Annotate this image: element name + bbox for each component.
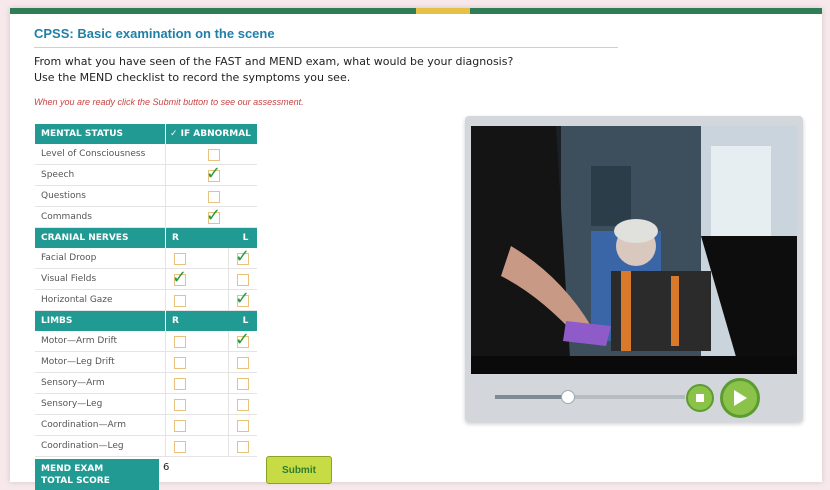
row-label: Facial Droop bbox=[41, 253, 97, 263]
left-checkbox[interactable]: ✓ bbox=[235, 329, 250, 350]
right-checkbox[interactable]: ✓ bbox=[172, 267, 187, 288]
right-checkbox[interactable] bbox=[174, 420, 186, 432]
checkmark-icon: ✓ bbox=[206, 205, 222, 226]
abnormal-checkbox[interactable] bbox=[208, 191, 220, 203]
row-label: Commands bbox=[41, 212, 92, 222]
right-checkbox[interactable] bbox=[174, 399, 186, 411]
left-checkbox[interactable] bbox=[237, 399, 249, 411]
row-label: Coordination—Arm bbox=[41, 420, 126, 430]
checkmark-icon: ✓ bbox=[206, 163, 222, 184]
player-controls bbox=[465, 378, 803, 418]
checkmark-icon: ✓ bbox=[172, 267, 188, 288]
checklist-row: Horizontal Gaze ✓ bbox=[35, 288, 257, 311]
column-header-right: R bbox=[165, 228, 234, 248]
checklist-row: Commands ✓ bbox=[35, 205, 257, 228]
checkmark-icon: ✓ bbox=[235, 288, 251, 309]
checklist-row: Facial Droop ✓ bbox=[35, 246, 257, 269]
left-checkbox[interactable]: ✓ bbox=[235, 288, 250, 309]
checklist-row: Level of Consciousness bbox=[35, 144, 257, 165]
checklist-row: Motor—Arm Drift ✓ bbox=[35, 329, 257, 352]
instruction-line-1: From what you have seen of the FAST and … bbox=[34, 55, 514, 68]
abnormal-checkbox[interactable]: ✓ bbox=[206, 205, 221, 226]
checklist-row: Speech ✓ bbox=[35, 163, 257, 186]
column-header-right: R bbox=[165, 311, 234, 331]
progress-track[interactable] bbox=[495, 390, 685, 404]
page-title: CPSS: Basic examination on the scene bbox=[34, 26, 275, 41]
section-header-mental-status: MENTAL STATUS ✓ IF ABNORMAL bbox=[35, 124, 257, 144]
left-checkbox[interactable] bbox=[237, 420, 249, 432]
checkmark-icon: ✓ bbox=[235, 246, 251, 267]
row-label: Speech bbox=[41, 170, 75, 180]
checklist-row: Coordination—Leg bbox=[35, 436, 257, 457]
top-accent-bar bbox=[10, 8, 822, 14]
row-label: Level of Consciousness bbox=[41, 149, 146, 159]
left-checkbox[interactable] bbox=[237, 441, 249, 453]
abnormal-checkbox[interactable]: ✓ bbox=[206, 163, 221, 184]
section-header-limbs: LIMBS R L bbox=[35, 311, 257, 331]
row-label: Sensory—Leg bbox=[41, 399, 103, 409]
section-title: CRANIAL NERVES bbox=[41, 233, 129, 243]
submit-note: When you are ready click the Submit butt… bbox=[34, 97, 304, 107]
checklist-row: Sensory—Arm bbox=[35, 373, 257, 394]
score-label-line-2: TOTAL SCORE bbox=[41, 476, 110, 486]
row-label: Sensory—Arm bbox=[41, 378, 105, 388]
abnormal-checkbox[interactable] bbox=[208, 149, 220, 161]
total-score-value: 6 bbox=[163, 462, 170, 473]
left-checkbox[interactable] bbox=[237, 274, 249, 286]
total-score-label: MEND EXAM TOTAL SCORE bbox=[35, 459, 159, 490]
checklist-row: Coordination—Arm bbox=[35, 415, 257, 436]
right-checkbox[interactable] bbox=[174, 357, 186, 369]
checklist-row: Questions bbox=[35, 186, 257, 207]
section-header-cranial-nerves: CRANIAL NERVES R L bbox=[35, 228, 257, 248]
top-accent-highlight bbox=[416, 8, 470, 14]
row-label: Questions bbox=[41, 191, 86, 201]
row-label: Coordination—Leg bbox=[41, 441, 124, 451]
row-label: Visual Fields bbox=[41, 274, 97, 284]
stop-icon bbox=[696, 394, 704, 402]
column-header-abnormal: ✓ IF ABNORMAL bbox=[165, 124, 257, 144]
row-label: Motor—Arm Drift bbox=[41, 336, 118, 346]
checklist-row: Visual Fields ✓ bbox=[35, 267, 257, 290]
left-checkbox[interactable]: ✓ bbox=[235, 246, 250, 267]
instruction-line-2: Use the MEND checklist to record the sym… bbox=[34, 71, 351, 84]
column-header-left: L bbox=[242, 316, 249, 326]
checkmark-icon: ✓ bbox=[235, 329, 251, 350]
title-divider bbox=[34, 47, 618, 48]
column-header-left: L bbox=[242, 233, 249, 243]
right-checkbox[interactable] bbox=[174, 295, 186, 307]
section-title: MENTAL STATUS bbox=[41, 129, 124, 139]
mend-checklist: MENTAL STATUS ✓ IF ABNORMAL Level of Consc… bbox=[35, 124, 257, 457]
submit-button[interactable]: Submit bbox=[266, 456, 332, 484]
left-checkbox[interactable] bbox=[237, 357, 249, 369]
checklist-row: Sensory—Leg bbox=[35, 394, 257, 415]
progress-fill bbox=[495, 395, 568, 399]
right-checkbox[interactable] bbox=[174, 441, 186, 453]
score-label-line-1: MEND EXAM bbox=[41, 464, 104, 474]
right-checkbox[interactable] bbox=[174, 336, 186, 348]
video-screen[interactable] bbox=[471, 126, 797, 374]
checklist-row: Motor—Leg Drift bbox=[35, 352, 257, 373]
section-title: LIMBS bbox=[41, 316, 73, 326]
content-panel: CPSS: Basic examination on the scene Fro… bbox=[10, 8, 822, 490]
right-checkbox[interactable] bbox=[174, 253, 186, 265]
video-frame-scene bbox=[471, 126, 797, 374]
progress-thumb[interactable] bbox=[561, 390, 576, 404]
stop-button[interactable] bbox=[686, 384, 714, 412]
row-label: Motor—Leg Drift bbox=[41, 357, 115, 367]
video-player bbox=[465, 116, 803, 422]
play-button[interactable] bbox=[720, 378, 760, 418]
row-label: Horizontal Gaze bbox=[41, 295, 113, 305]
left-checkbox[interactable] bbox=[237, 378, 249, 390]
right-checkbox[interactable] bbox=[174, 378, 186, 390]
play-icon bbox=[734, 390, 747, 406]
